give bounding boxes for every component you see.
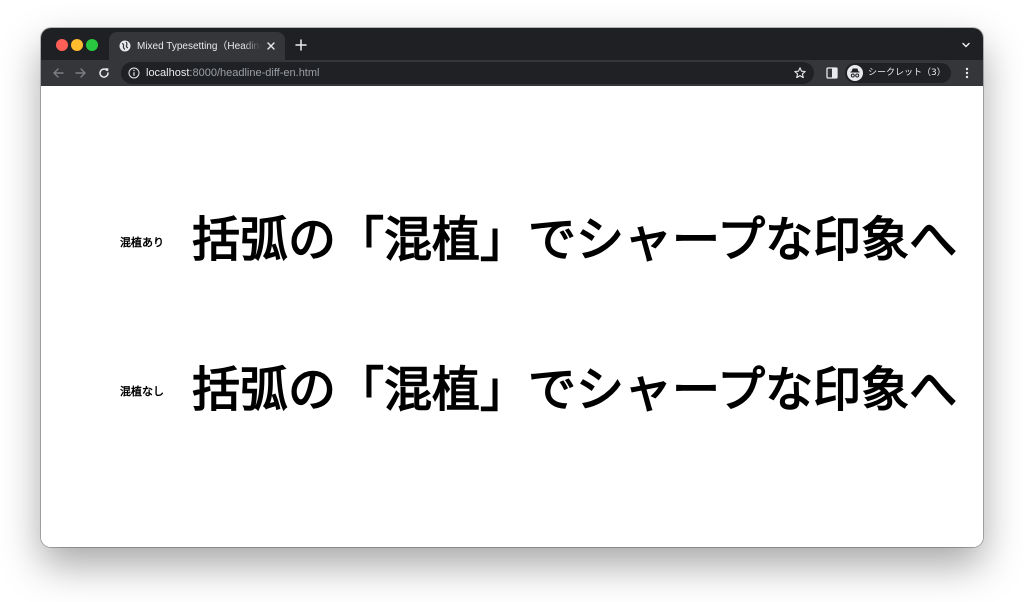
row-label-without-mixing: 混植なし	[120, 385, 164, 398]
row-label-with-mixing: 混植あり	[120, 236, 164, 249]
info-icon[interactable]	[128, 67, 140, 79]
plus-icon[interactable]	[294, 38, 308, 52]
forward-arrow-icon[interactable]	[74, 66, 88, 80]
reload-icon[interactable]	[97, 66, 111, 80]
browser-window: Mixed Typesetting（Headings |	[41, 28, 983, 547]
url-text[interactable]: localhost:8000/headline-diff-en.html	[146, 62, 319, 84]
toolbar: localhost:8000/headline-diff-en.html シーク…	[41, 60, 983, 86]
star-icon[interactable]	[793, 66, 807, 80]
window-close-button[interactable]	[56, 39, 68, 51]
incognito-icon	[847, 65, 863, 81]
incognito-profile-button[interactable]: シークレット（3）	[845, 63, 951, 83]
close-icon[interactable]	[264, 39, 278, 53]
url-host: localhost	[146, 67, 190, 79]
side-panel-icon[interactable]	[825, 66, 839, 80]
headline-without-mixing: 括弧の「混植」でシャープな印象へ	[192, 362, 958, 418]
tab-strip: Mixed Typesetting（Headings |	[41, 28, 983, 60]
globe-favicon-icon	[119, 40, 131, 52]
headline-with-mixing: 括弧の「混植」でシャープな印象へ	[192, 212, 958, 268]
tab-title: Mixed Typesetting（Headings |	[137, 41, 261, 52]
address-bar[interactable]: localhost:8000/headline-diff-en.html	[121, 62, 814, 84]
window-minimize-button[interactable]	[71, 39, 83, 51]
incognito-label: シークレット（3）	[868, 68, 946, 78]
kebab-menu-icon[interactable]	[960, 66, 974, 80]
tab-active[interactable]: Mixed Typesetting（Headings |	[109, 32, 285, 60]
chevron-down-icon[interactable]	[960, 39, 972, 51]
back-arrow-icon[interactable]	[51, 66, 65, 80]
page-content: 混植あり 括弧の「混植」でシャープな印象へ 混植なし 括弧の「混植」でシャープな…	[41, 86, 983, 547]
screen: Mixed Typesetting（Headings |	[0, 0, 1024, 602]
url-path: :8000/headline-diff-en.html	[189, 67, 320, 79]
window-maximize-button[interactable]	[86, 39, 98, 51]
